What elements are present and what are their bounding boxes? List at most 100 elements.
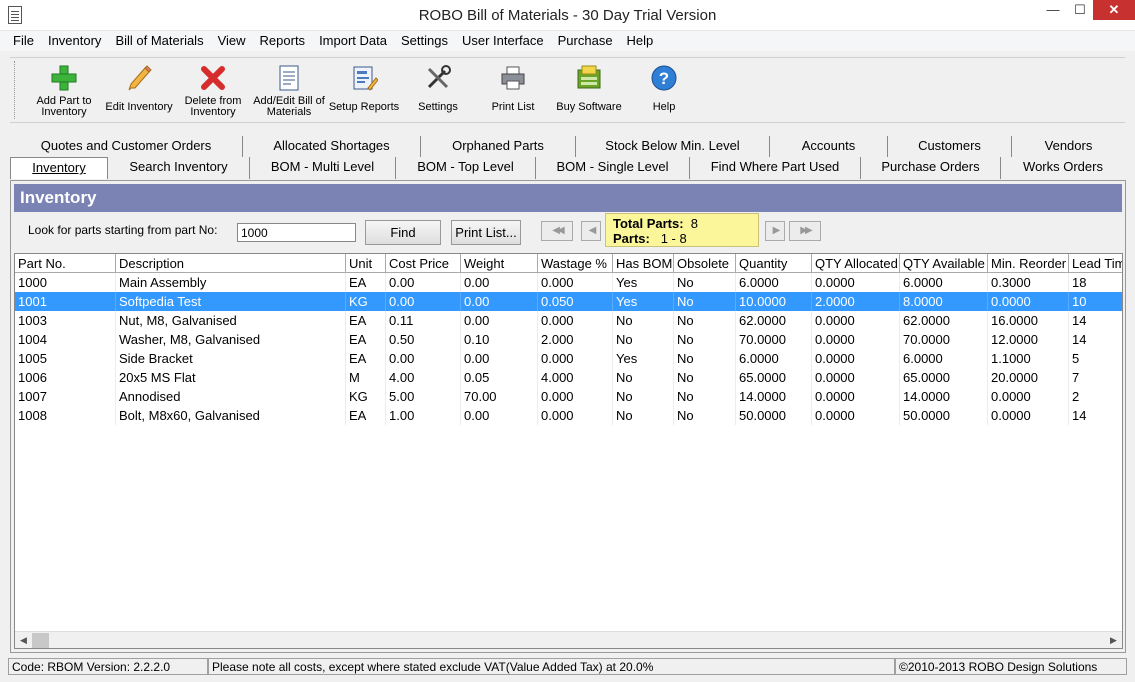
table-cell[interactable]: 0.00 [461, 349, 538, 368]
table-cell[interactable]: 18 [1069, 273, 1122, 292]
table-cell[interactable]: EA [346, 330, 386, 349]
table-cell[interactable]: No [613, 387, 674, 406]
table-cell[interactable]: 6.0000 [900, 273, 988, 292]
tab-bom-single-level[interactable]: BOM - Single Level [536, 157, 690, 179]
table-cell[interactable]: 16.0000 [988, 311, 1069, 330]
add-part-button[interactable]: Add Part to Inventory [25, 64, 103, 120]
table-cell[interactable]: 0.0000 [812, 387, 900, 406]
table-cell[interactable]: 7 [1069, 368, 1122, 387]
column-header-weight[interactable]: Weight [461, 254, 538, 273]
table-cell[interactable]: 4.000 [538, 368, 613, 387]
table-cell[interactable]: 0.000 [538, 387, 613, 406]
menu-settings[interactable]: Settings [394, 31, 455, 51]
menu-inventory[interactable]: Inventory [41, 31, 108, 51]
table-cell[interactable]: Softpedia Test [116, 292, 346, 311]
table-cell[interactable]: 0.000 [538, 273, 613, 292]
table-cell[interactable]: 1008 [15, 406, 116, 425]
table-row[interactable]: 1008 Bolt, M8x60, Galvanised EA 1.00 0.00 0.0… [15, 406, 1122, 425]
table-cell[interactable]: 2.0000 [812, 292, 900, 311]
table-cell[interactable]: No [674, 311, 736, 330]
table-cell[interactable]: No [674, 292, 736, 311]
table-cell[interactable]: 0.0000 [812, 311, 900, 330]
table-cell[interactable]: 70.0000 [900, 330, 988, 349]
table-cell[interactable]: 12.0000 [988, 330, 1069, 349]
table-row[interactable]: 1007 Annodised KG 5.00 70.00 0.000 No No 14.0000… [15, 387, 1122, 406]
table-cell[interactable]: EA [346, 349, 386, 368]
table-cell[interactable]: 2 [1069, 387, 1122, 406]
table-cell[interactable]: Side Bracket [116, 349, 346, 368]
last-page-button[interactable]: ▶▶ [789, 221, 821, 241]
table-row[interactable]: 1005 Side Bracket EA 0.00 0.00 0.000 Yes No 6.00… [15, 349, 1122, 368]
menu-reports[interactable]: Reports [253, 31, 313, 51]
table-cell[interactable]: No [674, 330, 736, 349]
table-cell[interactable]: 10.0000 [736, 292, 812, 311]
table-cell[interactable]: 0.3000 [988, 273, 1069, 292]
table-cell[interactable]: Nut, M8, Galvanised [116, 311, 346, 330]
tab-allocated-shortages[interactable]: Allocated Shortages [243, 136, 421, 158]
table-cell[interactable]: 70.00 [461, 387, 538, 406]
table-cell[interactable]: 14 [1069, 330, 1122, 349]
table-cell[interactable]: 14 [1069, 406, 1122, 425]
settings-button[interactable]: Settings [399, 64, 477, 120]
table-cell[interactable]: EA [346, 273, 386, 292]
table-cell[interactable]: 14.0000 [736, 387, 812, 406]
table-cell[interactable]: 0.000 [538, 406, 613, 425]
table-cell[interactable]: No [613, 368, 674, 387]
table-cell[interactable]: 1003 [15, 311, 116, 330]
table-cell[interactable]: 0.000 [538, 349, 613, 368]
table-cell[interactable]: 0.50 [386, 330, 461, 349]
scroll-right-arrow-icon[interactable]: ▶ [1105, 632, 1122, 648]
table-cell[interactable]: 65.0000 [900, 368, 988, 387]
first-page-button[interactable]: ◀◀ [541, 221, 573, 241]
table-cell[interactable]: 4.00 [386, 368, 461, 387]
menu-purchase[interactable]: Purchase [551, 31, 620, 51]
table-cell[interactable]: 0.00 [461, 406, 538, 425]
table-row[interactable]: 1003 Nut, M8, Galvanised EA 0.11 0.00 0.000 No… [15, 311, 1122, 330]
table-cell[interactable]: EA [346, 311, 386, 330]
table-cell[interactable]: 0.050 [538, 292, 613, 311]
toolbar-grip[interactable] [14, 61, 17, 119]
column-header-lead-time[interactable]: Lead Time [1069, 254, 1122, 273]
tab-orphaned-parts[interactable]: Orphaned Parts [421, 136, 576, 158]
table-cell[interactable]: 62.0000 [900, 311, 988, 330]
scrollbar-thumb[interactable] [32, 633, 49, 648]
menu-bill-of-materials[interactable]: Bill of Materials [108, 31, 210, 51]
table-cell[interactable]: 2.000 [538, 330, 613, 349]
table-cell[interactable]: 0.0000 [988, 387, 1069, 406]
table-cell[interactable]: 0.0000 [812, 330, 900, 349]
table-cell[interactable]: 8.0000 [900, 292, 988, 311]
tab-bom-top-level[interactable]: BOM - Top Level [396, 157, 536, 179]
find-button[interactable]: Find [365, 220, 441, 245]
tab-search-inventory[interactable]: Search Inventory [108, 157, 250, 179]
column-header-obsolete[interactable]: Obsolete [674, 254, 736, 273]
help-button[interactable]: ? Help [625, 64, 703, 120]
table-cell[interactable]: 1006 [15, 368, 116, 387]
tab-bom-multi-level[interactable]: BOM - Multi Level [250, 157, 396, 179]
tab-purchase-orders[interactable]: Purchase Orders [861, 157, 1001, 179]
table-cell[interactable]: 6.0000 [736, 273, 812, 292]
table-cell[interactable]: 0.0000 [988, 406, 1069, 425]
tab-accounts[interactable]: Accounts [770, 136, 888, 158]
table-cell[interactable]: 50.0000 [736, 406, 812, 425]
table-cell[interactable]: 0.10 [461, 330, 538, 349]
table-cell[interactable]: 70.0000 [736, 330, 812, 349]
maximize-button[interactable]: ☐ [1066, 0, 1094, 20]
add-edit-bill-button[interactable]: Add/Edit Bill of Materials [250, 64, 328, 120]
scroll-left-arrow-icon[interactable]: ◀ [15, 632, 32, 648]
table-cell[interactable]: KG [346, 387, 386, 406]
table-cell[interactable]: 0.000 [538, 311, 613, 330]
print-list-button[interactable]: Print List... [451, 220, 521, 245]
table-cell[interactable]: 1005 [15, 349, 116, 368]
table-cell[interactable]: 0.0000 [812, 368, 900, 387]
column-header-has-bom[interactable]: Has BOM [613, 254, 674, 273]
column-header-min-reorder[interactable]: Min. Reorder [988, 254, 1069, 273]
table-cell[interactable]: KG [346, 292, 386, 311]
table-cell[interactable]: 1.1000 [988, 349, 1069, 368]
horizontal-scrollbar[interactable]: ◀ ▶ [15, 631, 1122, 648]
table-cell[interactable]: No [674, 349, 736, 368]
table-cell[interactable]: 0.0000 [988, 292, 1069, 311]
previous-page-button[interactable]: ◀ [581, 221, 601, 241]
table-cell[interactable]: Annodised [116, 387, 346, 406]
table-row[interactable]: 1006 20x5 MS Flat M 4.00 0.05 4.000 No No 65.000… [15, 368, 1122, 387]
column-header-unit[interactable]: Unit [346, 254, 386, 273]
